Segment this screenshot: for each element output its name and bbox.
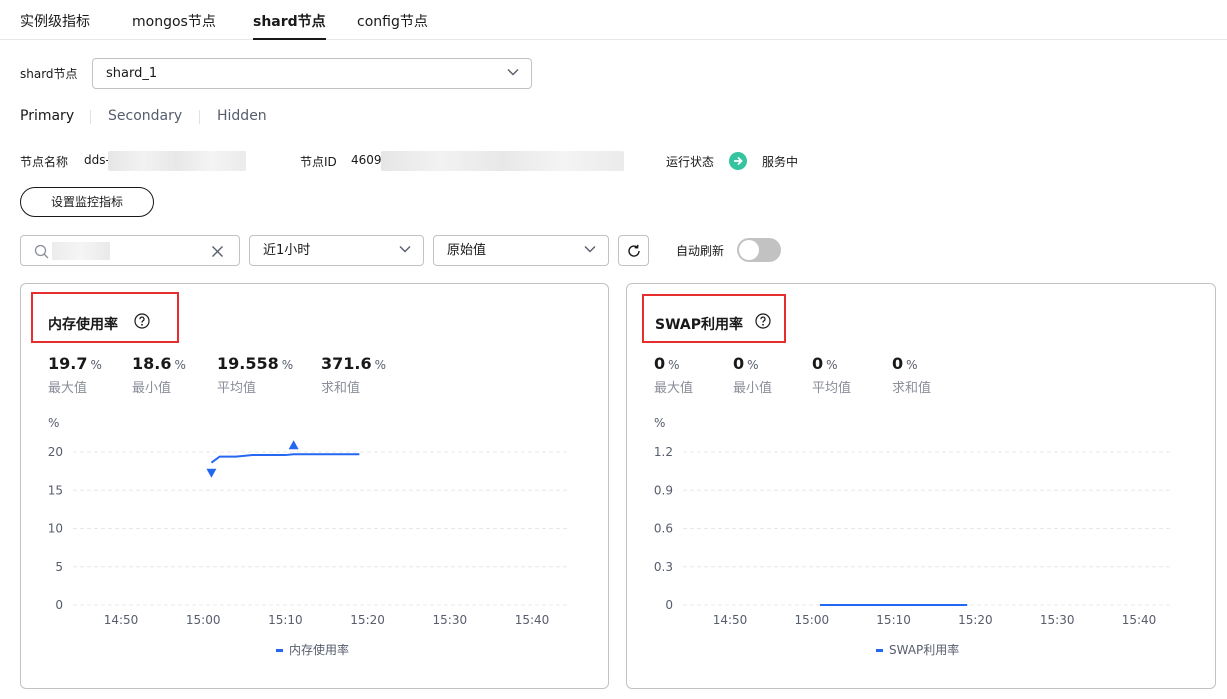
metric-search-input[interactable] bbox=[20, 235, 240, 266]
node-id-label: 节点ID bbox=[300, 155, 337, 169]
run-status-value: 服务中 bbox=[762, 155, 799, 169]
x-tick-label: 14:50 bbox=[713, 613, 748, 627]
y-tick-label: 10 bbox=[48, 522, 63, 536]
value-type-select[interactable]: 原始值 bbox=[433, 235, 609, 266]
chevron-down-icon bbox=[399, 246, 411, 253]
set-monitor-metrics-button[interactable]: 设置监控指标 bbox=[20, 187, 154, 217]
shard-select-label: shard节点 bbox=[20, 67, 78, 81]
x-tick-label: 15:40 bbox=[515, 613, 550, 627]
search-icon bbox=[34, 244, 49, 259]
time-range-select[interactable]: 近1小时 bbox=[249, 235, 424, 266]
x-tick-label: 15:00 bbox=[186, 613, 221, 627]
run-status-label: 运行状态 bbox=[666, 155, 715, 169]
y-tick-label: 0 bbox=[55, 598, 63, 612]
tab-instance-metrics[interactable]: 实例级指标 bbox=[20, 11, 90, 40]
y-tick-label: 0 bbox=[665, 598, 673, 612]
redacted-search-text bbox=[52, 242, 110, 260]
y-tick-label: 5 bbox=[55, 560, 63, 574]
refresh-button[interactable] bbox=[618, 235, 649, 266]
memory-usage-chart: % 0 5 10 15 20 14:50 15:00 15:10 15:20 15:30 15:40 bbox=[48, 416, 569, 627]
toggle-knob bbox=[739, 240, 759, 260]
clear-icon[interactable] bbox=[211, 245, 224, 258]
tab-shard-node[interactable]: shard节点 bbox=[253, 11, 326, 40]
redacted-node-name bbox=[108, 151, 246, 171]
auto-refresh-toggle[interactable] bbox=[737, 238, 781, 262]
legend-swatch bbox=[876, 649, 883, 652]
series-line bbox=[210, 453, 360, 464]
min-marker bbox=[206, 468, 217, 478]
tab-mongos-node[interactable]: mongos节点 bbox=[132, 11, 216, 40]
role-divider bbox=[90, 110, 91, 124]
node-name-value: dds- bbox=[84, 153, 110, 167]
chart-legend[interactable]: 内存使用率 bbox=[276, 641, 349, 658]
metric-tabs: 实例级指标 mongos节点 shard节点 config节点 bbox=[0, 0, 1227, 40]
role-tab-secondary[interactable]: Secondary bbox=[108, 108, 182, 124]
x-tick-label: 15:20 bbox=[350, 613, 385, 627]
y-tick-label: 0.9 bbox=[654, 483, 673, 497]
x-tick-label: 15:20 bbox=[958, 613, 993, 627]
refresh-icon bbox=[628, 244, 640, 257]
node-id-value: 4609 bbox=[351, 153, 382, 167]
x-tick-label: 15:30 bbox=[433, 613, 468, 627]
shard-select[interactable]: shard_1 bbox=[92, 58, 532, 89]
y-tick-label: 0.3 bbox=[654, 560, 673, 574]
swap-usage-chart: % 0 0.3 0.6 0.9 1.2 14:50 15:00 15:10 15:20 15:30 1… bbox=[654, 416, 1173, 627]
x-tick-label: 15:10 bbox=[268, 613, 303, 627]
y-axis-unit: % bbox=[48, 416, 59, 430]
y-tick-label: 15 bbox=[48, 483, 63, 497]
y-tick-label: 20 bbox=[48, 445, 63, 459]
x-tick-label: 15:00 bbox=[795, 613, 830, 627]
redacted-node-id bbox=[381, 151, 624, 171]
x-tick-label: 15:10 bbox=[876, 613, 911, 627]
chart-legend[interactable]: SWAP利用率 bbox=[876, 641, 959, 658]
y-tick-label: 0.6 bbox=[654, 522, 673, 536]
swap-usage-card: SWAP利用率 0% 最大值 0% 最小值 0% 平均值 0% 求和值 % 0 0.… bbox=[626, 283, 1216, 689]
role-tab-primary[interactable]: Primary bbox=[20, 108, 74, 124]
value-type-value: 原始值 bbox=[447, 243, 487, 258]
auto-refresh-label: 自动刷新 bbox=[676, 244, 725, 258]
x-tick-label: 15:40 bbox=[1122, 613, 1157, 627]
x-tick-label: 14:50 bbox=[104, 613, 139, 627]
tab-config-node[interactable]: config节点 bbox=[357, 11, 428, 40]
time-range-value: 近1小时 bbox=[263, 243, 311, 258]
max-marker bbox=[288, 440, 299, 450]
memory-usage-card: 内存使用率 19.7% 最大值 18.6% 最小值 19.558% 平均值 37… bbox=[20, 283, 609, 689]
chevron-down-icon bbox=[507, 69, 519, 76]
chevron-down-icon bbox=[584, 246, 596, 253]
y-axis-unit: % bbox=[654, 416, 665, 430]
node-name-label: 节点名称 bbox=[20, 155, 69, 169]
legend-swatch bbox=[276, 649, 283, 652]
role-divider bbox=[199, 110, 200, 124]
status-running-icon bbox=[729, 152, 747, 170]
y-tick-label: 1.2 bbox=[654, 445, 673, 459]
shard-select-value: shard_1 bbox=[106, 66, 158, 81]
role-tab-hidden[interactable]: Hidden bbox=[217, 108, 267, 124]
x-tick-label: 15:30 bbox=[1040, 613, 1075, 627]
